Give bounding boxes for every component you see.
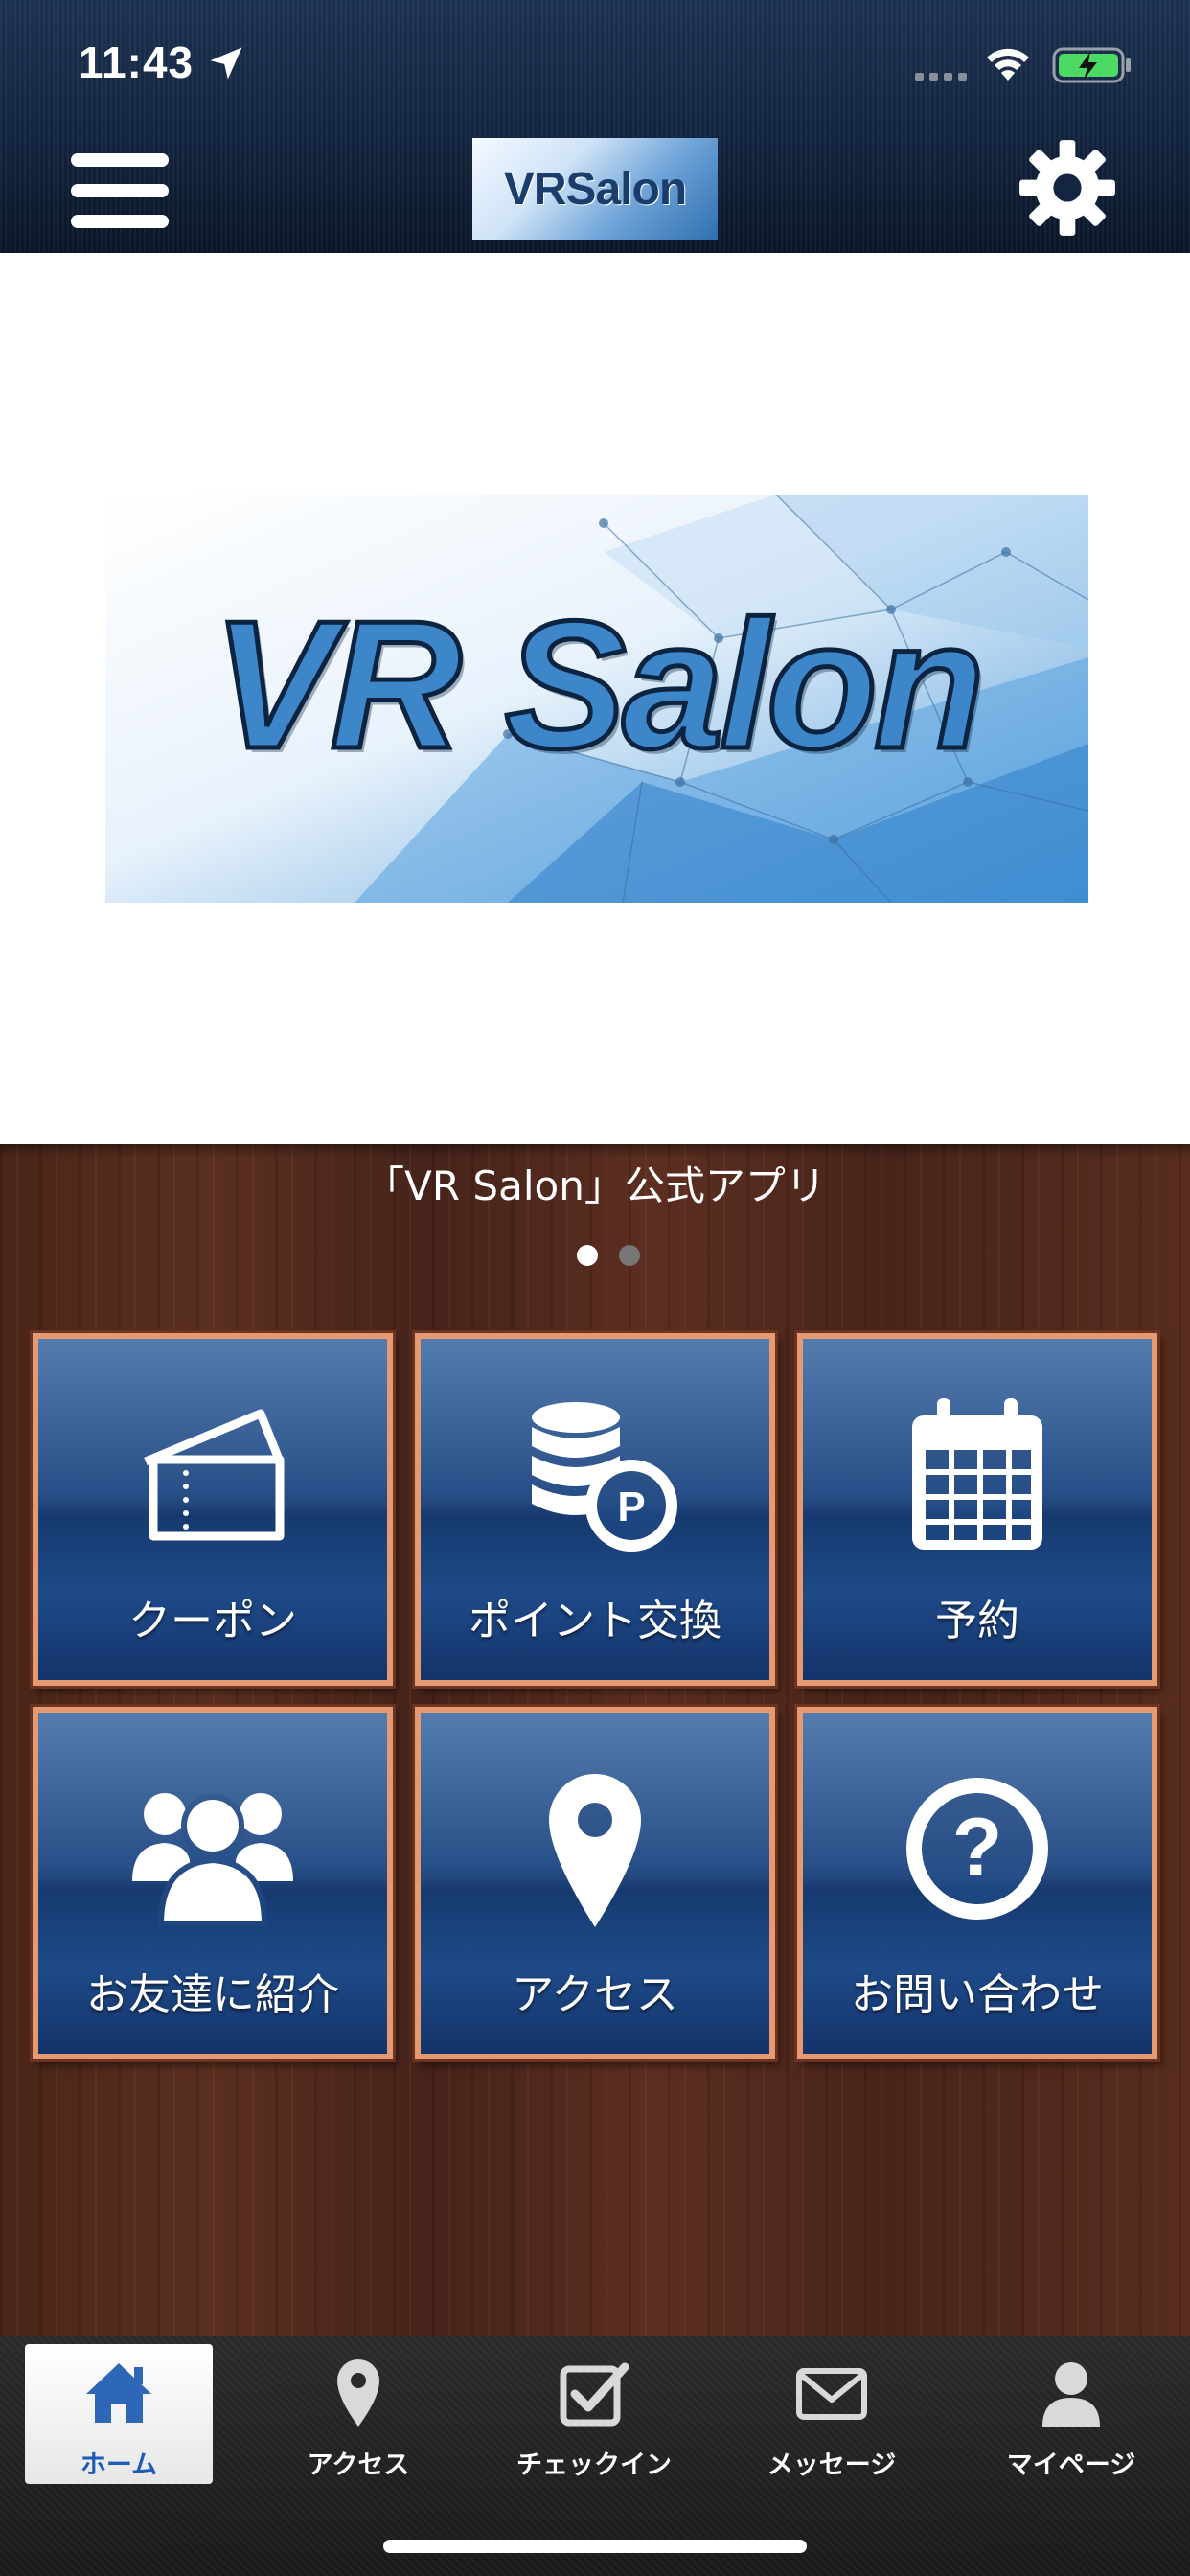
tab-access[interactable]: アクセス — [264, 2344, 452, 2484]
map-pin-icon — [549, 1774, 641, 1927]
location-arrow-icon — [210, 47, 242, 80]
tile-points-label: ポイント交換 — [469, 1597, 721, 1645]
tab-checkin[interactable]: チェックイン — [500, 2344, 688, 2484]
user-icon — [1042, 2362, 1100, 2426]
header-logo-text: VRSalon — [503, 163, 687, 215]
tab-message[interactable]: メッセージ — [738, 2344, 926, 2484]
hamburger-menu-icon[interactable] — [71, 150, 169, 232]
tile-reservation-label: 予約 — [935, 1597, 1019, 1645]
carousel-dot-1[interactable] — [577, 1245, 598, 1266]
point-coins-icon: P — [532, 1402, 677, 1552]
tile-refer-friend-label: お友達に紹介 — [86, 1970, 339, 2019]
tile-reservation[interactable]: 予約 — [797, 1333, 1157, 1686]
carousel-indicator[interactable] — [577, 1245, 640, 1268]
battery-charging-icon — [1052, 47, 1131, 83]
tab-mypage[interactable]: マイページ — [977, 2344, 1165, 2484]
svg-text:P: P — [617, 1484, 645, 1530]
map-pin-icon — [337, 2359, 379, 2426]
friends-group-icon — [132, 1793, 293, 1926]
checkin-checkbox-icon — [560, 2362, 629, 2426]
envelope-icon — [796, 2368, 867, 2420]
header-logo: VRSalon — [472, 138, 718, 240]
tab-mypage-label: マイページ — [1006, 2450, 1136, 2480]
tile-coupon[interactable]: クーポン — [33, 1333, 393, 1686]
tile-points[interactable]: P ポイント交換 — [415, 1333, 775, 1686]
wifi-icon — [987, 48, 1029, 80]
tab-access-label: アクセス — [307, 2450, 410, 2480]
coupon-ticket-icon — [144, 1409, 285, 1541]
tile-contact[interactable]: ? お問い合わせ — [797, 1707, 1157, 2059]
home-indicator[interactable] — [383, 2540, 807, 2553]
hero-banner[interactable]: VR Salon — [0, 253, 1190, 1144]
header-bar: 11:43 VRSalon — [0, 0, 1190, 253]
settings-gear-icon[interactable] — [1018, 138, 1117, 238]
app-caption: 「VR Salon」公式アプリ — [364, 1162, 826, 1209]
question-icon: ? — [906, 1778, 1048, 1920]
banner-title: VR Salon — [210, 582, 987, 790]
tab-home-label: ホーム — [80, 2450, 158, 2480]
status-time: 11:43 — [79, 37, 195, 87]
tile-refer-friend[interactable]: お友達に紹介 — [33, 1707, 393, 2059]
carousel-dot-2[interactable] — [619, 1245, 640, 1266]
home-icon — [86, 2363, 151, 2423]
tile-access-label: アクセス — [512, 1970, 678, 2019]
tile-contact-label: お問い合わせ — [851, 1970, 1104, 2019]
banner-image: VR Salon — [105, 494, 1088, 903]
tile-coupon-label: クーポン — [128, 1597, 297, 1645]
cellular-signal-icon — [915, 73, 967, 80]
tile-access[interactable]: アクセス — [415, 1707, 775, 2059]
svg-text:?: ? — [952, 1802, 1003, 1894]
tab-home[interactable]: ホーム — [25, 2344, 213, 2484]
tab-checkin-label: チェックイン — [516, 2450, 672, 2480]
calendar-icon — [912, 1398, 1042, 1550]
tab-message-label: メッセージ — [767, 2450, 897, 2480]
